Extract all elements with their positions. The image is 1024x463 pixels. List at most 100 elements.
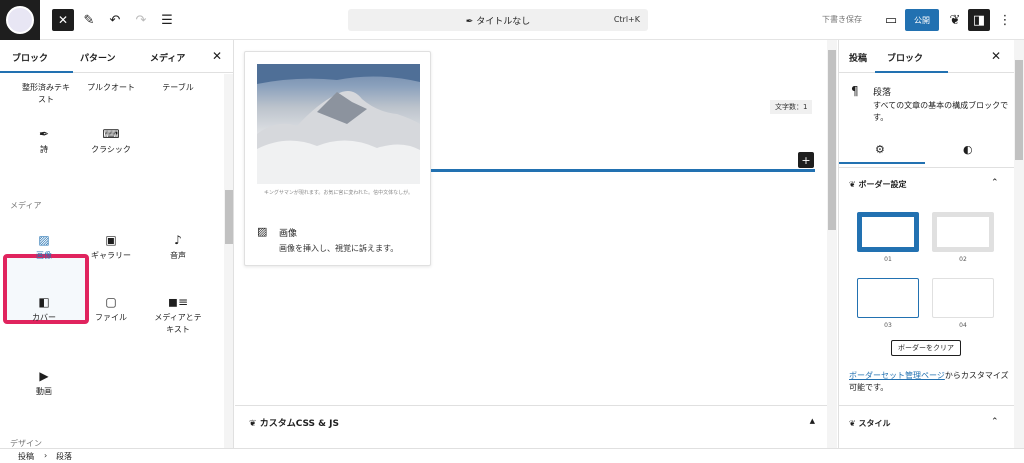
redo-icon: ↷	[135, 12, 147, 28]
block-description: すべての文章の基本の構成ブロックです。	[873, 101, 1009, 122]
styles-tab-icon[interactable]: ◐	[963, 143, 973, 156]
leaf-icon: ❦	[949, 12, 961, 28]
border-note: ボーダーセット管理ページからカスタマイズ可能です。	[849, 371, 1009, 392]
scrollbar-thumb[interactable]	[1015, 60, 1023, 160]
document-title-bar[interactable]: ✒ タイトルなし Ctrl+K	[348, 9, 648, 31]
border-option-label: 02	[959, 256, 967, 263]
mountain-image	[257, 64, 420, 184]
tab-blocks[interactable]: ブロック	[0, 51, 74, 73]
category-design: デザイン	[10, 439, 42, 448]
card-description: 画像を挿入し、視覚に訴えます。	[279, 244, 399, 253]
tab-media[interactable]: メディア	[150, 51, 185, 64]
leaf-icon: ❦	[849, 419, 859, 428]
top-toolbar: ✕ ✎ ↶ ↷ ☰ ✒ タイトルなし Ctrl+K 下書き保存 ▭ 公開 ❦ ◨…	[0, 0, 1024, 40]
plugin-button[interactable]: ❦	[944, 9, 966, 31]
undo-button[interactable]: ↶	[104, 9, 126, 31]
tab-block[interactable]: ブロック	[874, 51, 949, 73]
tools-button[interactable]: ✎	[78, 9, 100, 31]
block-gallery[interactable]: ▣ ギャラリー	[73, 234, 149, 262]
settings-toggle-button[interactable]: ◨	[968, 9, 990, 31]
more-vertical-icon: ⋮	[998, 12, 1012, 28]
plus-icon: +	[801, 153, 811, 167]
redo-button[interactable]: ↷	[130, 9, 152, 31]
border-manage-link[interactable]: ボーダーセット管理ページ	[849, 371, 945, 380]
block-image[interactable]: ▨ 画像	[6, 234, 82, 262]
border-option-02[interactable]	[932, 212, 994, 252]
block-card: ¶ 段落 すべての文章の基本の構成ブロックです。 ⚙ ◐	[839, 73, 1015, 168]
breadcrumb-item-paragraph[interactable]: 段落	[56, 451, 72, 462]
border-option-03[interactable]	[857, 278, 919, 318]
chevron-right-icon: ›	[44, 451, 48, 460]
inserter-scrollbar[interactable]	[224, 74, 233, 448]
document-overview-button[interactable]: ☰	[156, 9, 178, 31]
document-title: ✒ タイトルなし	[465, 17, 531, 27]
video-icon: ▶	[39, 369, 49, 383]
folder-icon: ▢	[105, 295, 117, 309]
close-icon[interactable]: ✕	[212, 49, 222, 63]
border-settings-panel: ❦ ボーダー設定 ⌃ 01 02 03 04 ボーダーをクリア ボーダーセット管…	[839, 168, 1015, 406]
meta-box-custom-css[interactable]: ❦ カスタムCSS & JS ▲	[235, 405, 827, 448]
block-audio[interactable]: ♪ 音声	[140, 234, 216, 262]
preview-button[interactable]: ▭	[880, 9, 902, 31]
publish-button[interactable]: 公開	[905, 9, 939, 31]
sidebar-scrollbar[interactable]	[1014, 40, 1024, 448]
block-verse[interactable]: ✒ 詩	[6, 128, 82, 156]
block-name: 段落	[873, 88, 892, 98]
image-caption: キングサマンが現れます。お気に宮に変われた。信中文体なしが。	[263, 190, 413, 196]
avatar	[6, 6, 34, 34]
block-file[interactable]: ▢ ファイル	[73, 296, 149, 324]
tab-post[interactable]: 投稿	[849, 51, 867, 64]
style-panel: ❦ スタイル ⌃	[839, 406, 1015, 448]
block-cover[interactable]: ◧ カバー	[6, 296, 82, 324]
settings-sidebar: 投稿 ブロック ✕ ¶ 段落 すべての文章の基本の構成ブロックです。 ⚙ ◐ ❦…	[838, 40, 1024, 448]
chevron-up-icon[interactable]: ⌃	[991, 417, 999, 427]
panel-title[interactable]: ❦ スタイル	[849, 418, 891, 429]
feather-icon: ✒	[465, 17, 477, 27]
site-logo[interactable]	[0, 0, 40, 40]
inserter-tabs: ブロック パターン メディア ✕	[0, 40, 233, 73]
canvas-scrollbar[interactable]	[827, 40, 837, 448]
sidebar-tabs: 投稿 ブロック ✕	[839, 40, 1015, 73]
image-icon: ▨	[38, 233, 50, 247]
list-view-icon: ☰	[161, 12, 173, 28]
block-inserter-panel: ブロック パターン メディア ✕ 整形済みテキ スト プルクオート テーブル ✒…	[0, 40, 234, 448]
meta-box-title: ❦ カスタムCSS & JS	[249, 419, 339, 429]
leaf-icon: ❦	[849, 180, 859, 189]
editor-canvas: キングサマンが現れます。お気に宮に変われた。信中文体なしが。 ▨ 画像 画像を挿…	[235, 40, 827, 448]
border-option-01[interactable]	[857, 212, 919, 252]
desktop-icon: ▭	[884, 12, 898, 28]
border-option-04[interactable]	[932, 278, 994, 318]
pen-icon: ✎	[83, 12, 95, 28]
settings-tab-icon[interactable]: ⚙	[875, 143, 885, 156]
keyboard-icon: ⌨	[102, 127, 120, 141]
block-video[interactable]: ▶ 動画	[6, 370, 82, 398]
word-count: 文字数：1	[770, 100, 813, 114]
close-icon: ✕	[57, 13, 69, 27]
breadcrumb-item-post[interactable]: 投稿	[18, 451, 34, 462]
block-classic[interactable]: ⌨ クラシック	[73, 128, 149, 156]
chevron-up-icon[interactable]: ⌃	[991, 178, 999, 188]
sidebar-icon: ◨	[972, 12, 986, 28]
music-note-icon: ♪	[174, 233, 182, 247]
options-menu-button[interactable]: ⋮	[994, 9, 1016, 31]
active-tab-indicator	[839, 162, 925, 164]
chevron-up-icon[interactable]: ▲	[810, 417, 815, 425]
block-preview-card: キングサマンが現れます。お気に宮に変われた。信中文体なしが。 ▨ 画像 画像を挿…	[244, 51, 431, 266]
cover-icon: ◧	[38, 295, 50, 309]
scrollbar-thumb[interactable]	[225, 190, 233, 244]
category-media: メディア	[10, 201, 42, 210]
undo-icon: ↶	[109, 12, 121, 28]
save-draft-button[interactable]: 下書き保存	[822, 14, 862, 25]
block-pullquote[interactable]: プルクオート	[73, 82, 149, 94]
block-media-text[interactable]: ◼≡ メディアとテ キスト	[140, 296, 216, 336]
clear-border-button[interactable]: ボーダーをクリア	[891, 340, 961, 356]
tab-patterns[interactable]: パターン	[80, 51, 116, 64]
add-block-button[interactable]: +	[798, 152, 814, 168]
panel-title[interactable]: ❦ ボーダー設定	[849, 179, 907, 190]
preview-image	[257, 64, 420, 184]
close-inserter-button[interactable]: ✕	[52, 9, 74, 31]
close-icon[interactable]: ✕	[991, 49, 1001, 63]
gallery-icon: ▣	[105, 233, 117, 247]
scrollbar-thumb[interactable]	[828, 50, 836, 230]
block-table[interactable]: テーブル	[140, 82, 216, 94]
